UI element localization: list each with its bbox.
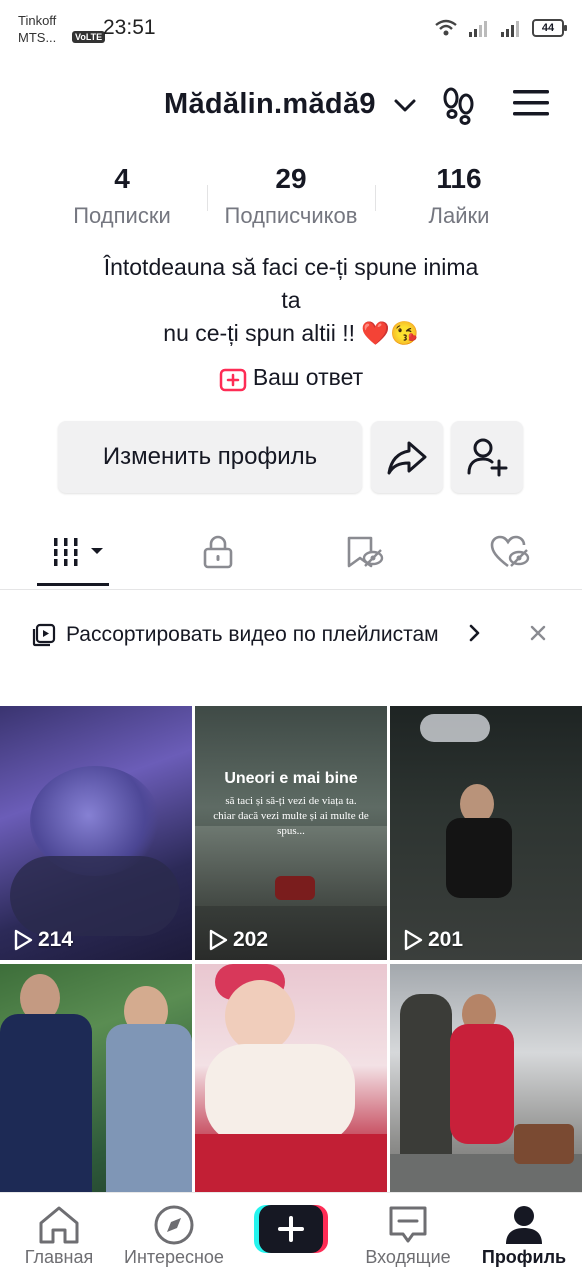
play-icon xyxy=(209,929,228,951)
profile-tabs xyxy=(0,520,582,590)
wifi-icon xyxy=(435,19,457,36)
compass-icon xyxy=(154,1205,194,1245)
close-icon[interactable] xyxy=(528,622,548,644)
chevron-down-icon[interactable] xyxy=(393,96,417,116)
followers-stat[interactable]: 29 Подписчиков xyxy=(206,163,376,229)
profile-bio: Întotdeauna să faci ce-ți spune inima ta… xyxy=(103,254,479,346)
following-stat[interactable]: 4 Подписки xyxy=(37,163,207,229)
video-thumbnail[interactable]: Uneori e mai bine să taci și să-ți vezi … xyxy=(195,706,387,960)
share-icon xyxy=(387,441,427,475)
active-tab-indicator xyxy=(37,583,109,586)
bottom-navigation: Главная Интересное Входящие Профиль xyxy=(0,1192,582,1281)
add-answer-icon xyxy=(219,368,247,392)
answer-link[interactable]: Ваш ответ xyxy=(0,364,582,392)
status-time: 23:51 xyxy=(103,16,156,39)
play-icon xyxy=(14,929,33,951)
nav-discover[interactable]: Интересное xyxy=(118,1203,230,1268)
video-thumbnail[interactable]: 201 xyxy=(390,706,582,960)
battery-icon: 44 xyxy=(532,19,567,37)
edit-profile-button[interactable]: Изменить профиль xyxy=(58,421,362,493)
create-button[interactable] xyxy=(254,1205,328,1253)
chevron-right-icon[interactable] xyxy=(464,622,484,644)
volte-badge: VoLTE xyxy=(72,31,106,43)
profile-header: Mădălin.mădă9 xyxy=(0,78,582,134)
plus-icon xyxy=(254,1205,328,1253)
inbox-icon xyxy=(389,1206,427,1243)
view-count: 214 xyxy=(12,928,73,952)
profile-stats: 4 Подписки 29 Подписчиков 116 Лайки xyxy=(0,163,582,243)
view-count: 201 xyxy=(402,928,463,952)
tab-saved[interactable] xyxy=(345,534,385,575)
add-user-icon xyxy=(467,438,508,477)
nav-profile[interactable]: Профиль xyxy=(474,1203,574,1268)
tab-liked[interactable] xyxy=(490,534,530,575)
nav-inbox[interactable]: Входящие xyxy=(356,1203,460,1268)
playlist-banner[interactable]: Рассортировать видео по плейлистам xyxy=(0,600,582,694)
carrier-name: Tinkoff MTS... xyxy=(18,13,57,45)
play-icon xyxy=(404,929,423,951)
username-switcher[interactable]: Mădălin.mădă9 xyxy=(164,88,376,121)
tab-videos[interactable] xyxy=(50,534,110,575)
playlist-icon xyxy=(32,623,56,647)
signal-icon xyxy=(501,21,519,37)
playlist-banner-text: Рассортировать видео по плейлистам xyxy=(66,623,439,646)
status-bar: Tinkoff MTS... VoLTE 23:51 44 xyxy=(0,0,582,58)
video-grid: 214 Uneori e mai bine să taci și să-ți v… xyxy=(0,706,582,1218)
signal-icon xyxy=(469,21,487,37)
video-thumbnail[interactable] xyxy=(0,964,192,1218)
view-count: 202 xyxy=(207,928,268,952)
share-profile-button[interactable] xyxy=(371,421,443,493)
lock-icon xyxy=(203,535,233,569)
video-thumbnail[interactable] xyxy=(195,964,387,1218)
video-thumbnail[interactable] xyxy=(390,964,582,1218)
profile-icon xyxy=(506,1206,542,1244)
bookmark-hidden-icon xyxy=(347,536,384,568)
videos-grid-icon xyxy=(52,538,103,566)
nav-home[interactable]: Главная xyxy=(18,1203,100,1268)
video-thumbnail[interactable]: 214 xyxy=(0,706,192,960)
likes-stat[interactable]: 116 Лайки xyxy=(374,163,544,229)
home-icon xyxy=(39,1206,79,1244)
liked-hidden-icon xyxy=(490,535,530,568)
add-friend-button[interactable] xyxy=(451,421,523,493)
tab-private[interactable] xyxy=(200,534,236,575)
menu-icon[interactable] xyxy=(512,88,550,118)
footprints-icon[interactable] xyxy=(440,84,478,128)
